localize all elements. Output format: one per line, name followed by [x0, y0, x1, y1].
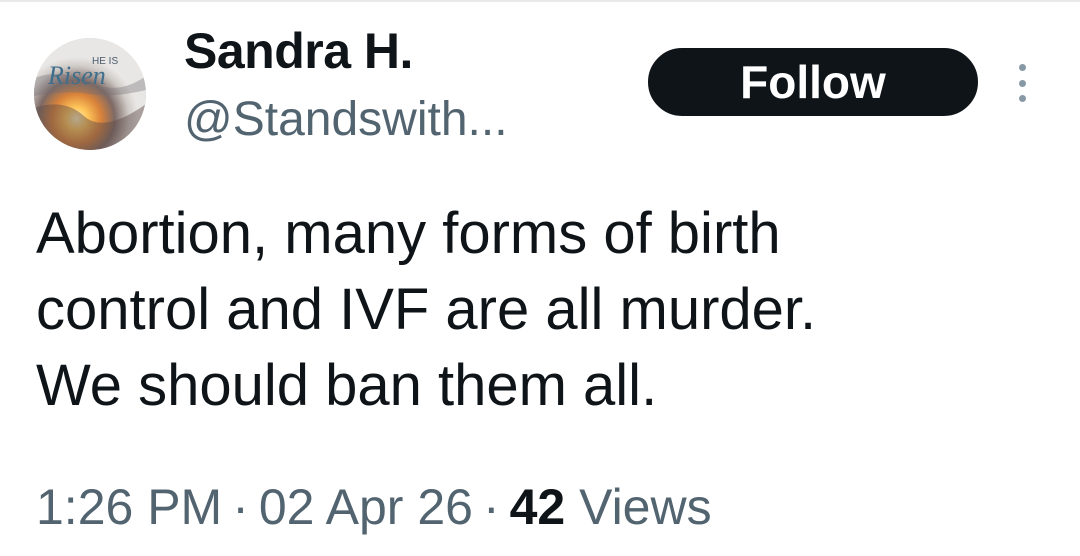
author-handle[interactable]: @Standswith...	[184, 92, 508, 147]
tweet-text: Abortion, many forms of birth control an…	[36, 196, 1046, 424]
avatar-large-text: Risen	[47, 61, 106, 90]
avatar[interactable]: HE IS Risen	[34, 38, 146, 150]
more-dot	[1018, 64, 1026, 71]
views-count: 42	[509, 479, 566, 535]
avatar-image: HE IS Risen	[34, 38, 146, 150]
meta-separator: ·	[482, 479, 500, 535]
top-divider	[0, 0, 1080, 2]
more-vertical-icon[interactable]	[1012, 64, 1032, 102]
meta-separator: ·	[232, 479, 249, 535]
follow-button[interactable]: Follow	[648, 48, 978, 116]
tweet-time[interactable]: 1:26 PM	[36, 479, 222, 535]
author-name[interactable]: Sandra H.	[184, 22, 413, 80]
tweet-text-line: We should ban them all.	[36, 353, 658, 418]
tweet-meta: 1:26 PM · 02 Apr 26 · 42 Views	[36, 478, 712, 536]
views-label: Views	[579, 479, 712, 535]
tweet-text-line: Abortion, many forms of birth	[36, 201, 781, 266]
more-dot	[1018, 79, 1026, 87]
tweet-date[interactable]: 02 Apr 26	[259, 479, 473, 535]
tweet-text-line: control and IVF are all murder.	[36, 277, 817, 342]
more-dot	[1018, 95, 1026, 102]
